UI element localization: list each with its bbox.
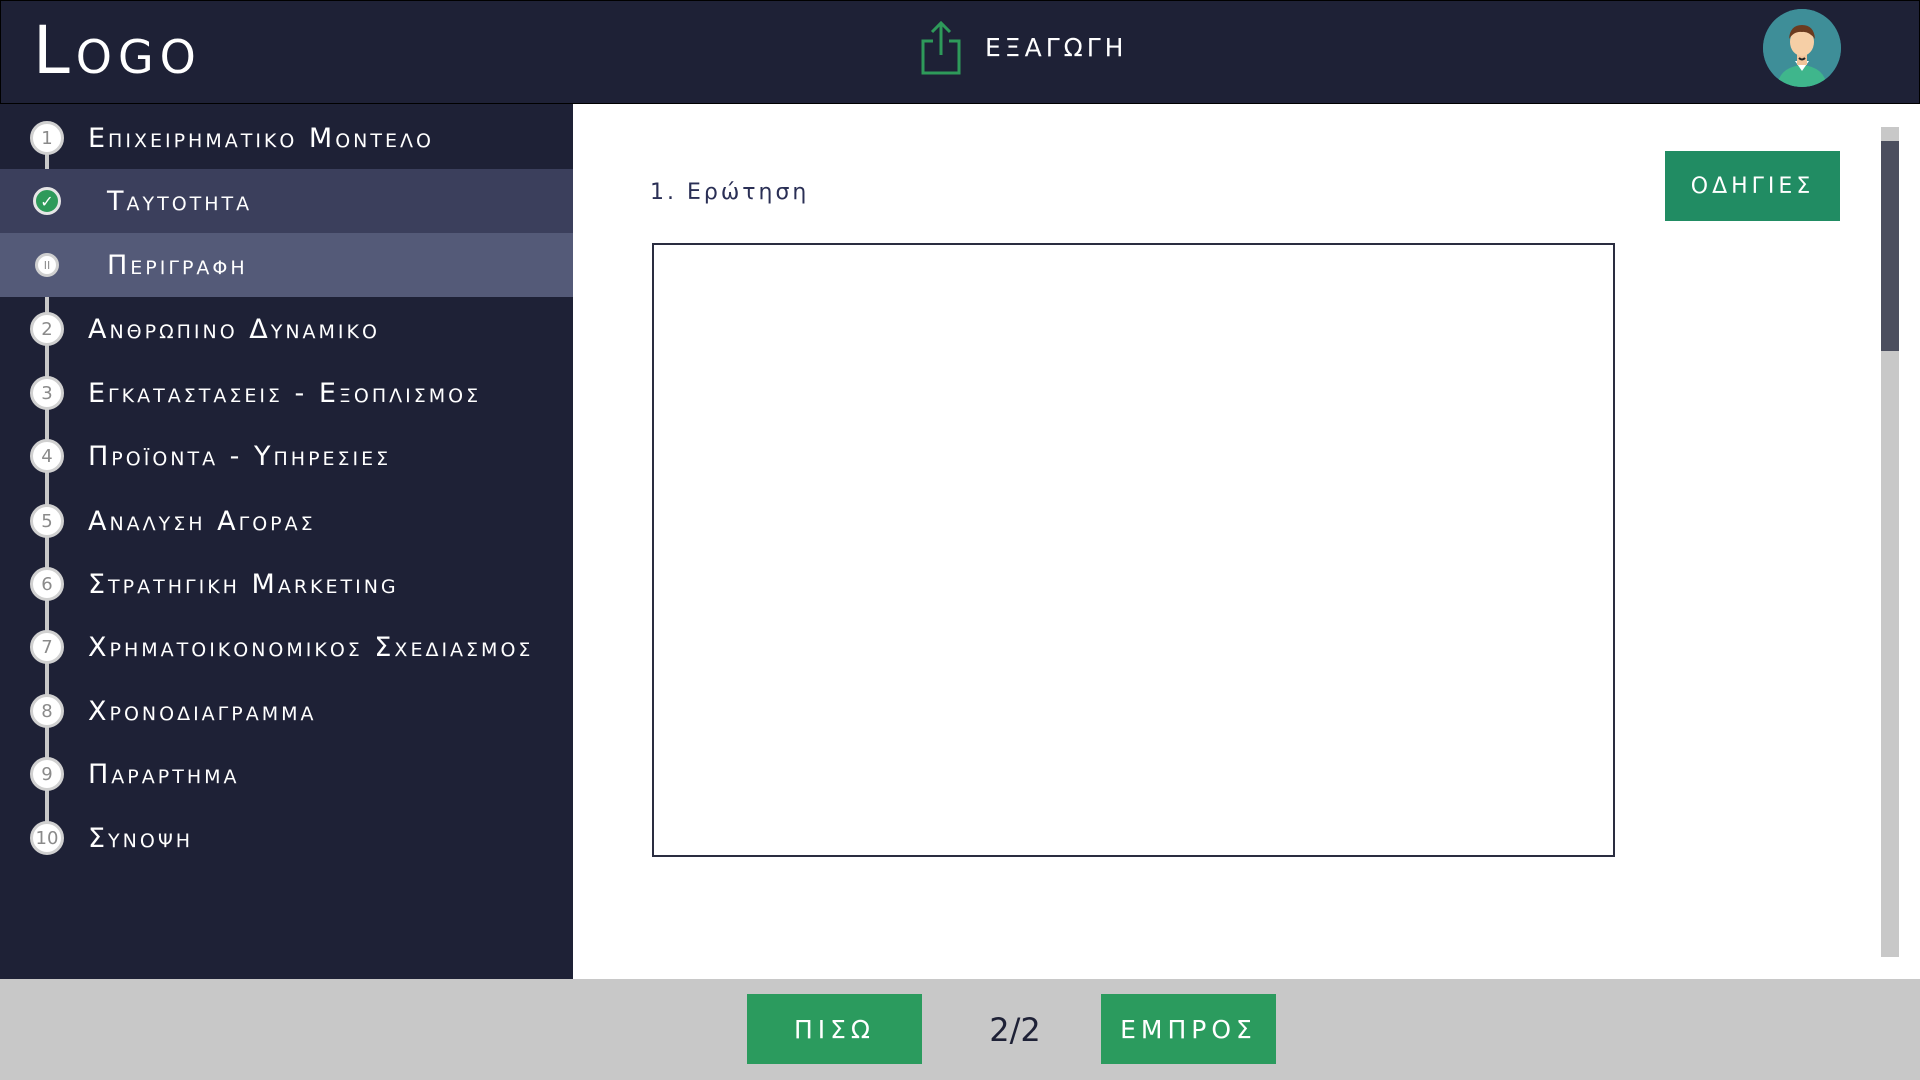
user-avatar[interactable]: [1763, 9, 1841, 87]
step-number: 8: [30, 694, 64, 728]
pause-icon: II: [35, 253, 59, 277]
footer: ΠΙΣΩ 2/2 ΕΜΠΡΟΣ: [0, 979, 1920, 1080]
sidebar: 1 Επιχειρηματικο Μοντελο ✓ Ταυτοτητα II …: [0, 104, 573, 979]
sidebar-item-label: Αναλυση Αγορας: [88, 505, 316, 537]
scrollbar-thumb[interactable]: [1881, 141, 1899, 351]
step-number: 9: [30, 757, 64, 791]
sidebar-item-label: Χρονοδιαγραμμα: [88, 695, 317, 727]
sidebar-subitem-identity[interactable]: ✓ Ταυτοτητα: [0, 169, 573, 233]
sidebar-item-business-model[interactable]: 1 Επιχειρηματικο Μοντελο: [0, 106, 573, 170]
step-number: 6: [30, 567, 64, 601]
page-counter: 2/2: [989, 1011, 1041, 1049]
sidebar-item-label: Περιγραφη: [107, 249, 248, 281]
question-label: 1. Ερώτηση: [650, 180, 810, 205]
step-number: 2: [30, 312, 64, 346]
back-button[interactable]: ΠΙΣΩ: [747, 994, 922, 1064]
step-number: 4: [30, 439, 64, 473]
step-number: 5: [30, 504, 64, 538]
sidebar-item-label: Εγκαταστασεις - Εξοπλισμος: [88, 377, 482, 409]
sidebar-item-human-resources[interactable]: 2 Ανθρωπινο Δυναμικο: [0, 297, 573, 361]
scrollbar[interactable]: [1881, 127, 1899, 957]
export-icon: [921, 20, 961, 75]
export-button[interactable]: ΕΞΑΓΩΓΗ: [919, 19, 1127, 75]
export-label: ΕΞΑΓΩΓΗ: [985, 32, 1128, 62]
sidebar-item-marketing[interactable]: 6 Στρατηγικη Marketing: [0, 552, 573, 616]
sidebar-item-summary[interactable]: 10 Συνοψη: [0, 806, 573, 870]
answer-textarea[interactable]: [652, 243, 1615, 857]
sidebar-item-financial-planning[interactable]: 7 Χρηματοικονομικος Σχεδιασμος: [0, 615, 573, 679]
sidebar-item-market-analysis[interactable]: 5 Αναλυση Αγορας: [0, 489, 573, 553]
sidebar-item-label: Στρατηγικη Marketing: [88, 568, 399, 600]
logo[interactable]: Logo: [33, 11, 202, 91]
sidebar-item-label: Συνοψη: [88, 822, 194, 854]
sidebar-item-label: Προϊοντα - Υπηρεσιες: [88, 440, 392, 472]
sidebar-item-label: Χρηματοικονομικος Σχεδιασμος: [88, 631, 534, 663]
sidebar-subitem-description[interactable]: II Περιγραφη: [0, 233, 573, 297]
sidebar-item-facilities[interactable]: 3 Εγκαταστασεις - Εξοπλισμος: [0, 361, 573, 425]
sidebar-item-label: Ανθρωπινο Δυναμικο: [88, 313, 380, 345]
sidebar-item-appendix[interactable]: 9 Παραρτημα: [0, 742, 573, 806]
step-number: 7: [30, 630, 64, 664]
sidebar-item-label: Επιχειρηματικο Μοντελο: [88, 122, 434, 154]
step-number: 1: [30, 121, 64, 155]
header: Logo ΕΞΑΓΩΓΗ: [0, 0, 1920, 104]
check-icon: ✓: [33, 187, 61, 215]
next-button[interactable]: ΕΜΠΡΟΣ: [1101, 994, 1276, 1064]
sidebar-item-products[interactable]: 4 Προϊοντα - Υπηρεσιες: [0, 424, 573, 488]
sidebar-item-label: Παραρτημα: [88, 758, 240, 790]
step-number: 10: [30, 821, 64, 855]
sidebar-item-label: Ταυτοτητα: [107, 185, 253, 217]
user-avatar-icon: [1763, 9, 1841, 87]
instructions-button[interactable]: ΟΔΗΓΙΕΣ: [1665, 151, 1840, 221]
sidebar-item-timeline[interactable]: 8 Χρονοδιαγραμμα: [0, 679, 573, 743]
step-number: 3: [30, 376, 64, 410]
